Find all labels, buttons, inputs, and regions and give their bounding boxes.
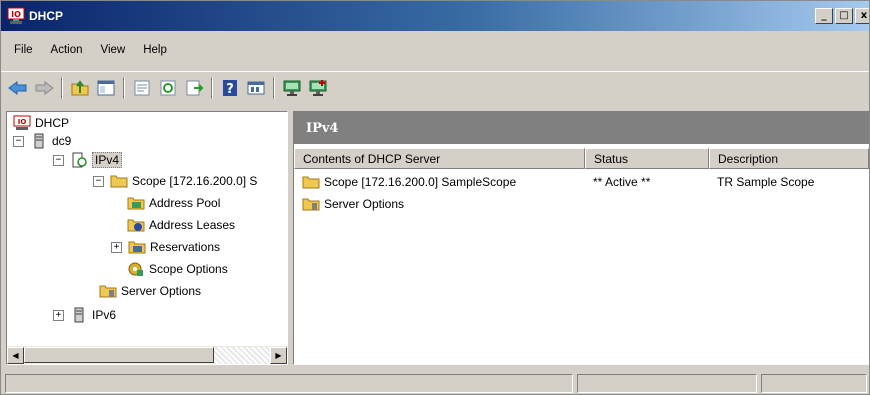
tree-label-address-leases: Address Leases: [149, 218, 236, 232]
show-hide-tree-icon[interactable]: [95, 77, 117, 99]
server-add-icon[interactable]: [307, 77, 329, 99]
collapse-icon[interactable]: −: [53, 154, 64, 166]
scope-options-icon: [127, 261, 145, 277]
minimize-button[interactable]: _: [815, 8, 833, 24]
cell-description: TR Sample Scope: [717, 175, 815, 189]
details-header: IPv4: [294, 112, 869, 144]
cell-name: Scope [172.16.200.0] SampleScope: [294, 174, 585, 190]
export-list-icon[interactable]: [183, 77, 205, 99]
status-bar: [1, 371, 869, 394]
tree-node-ipv4[interactable]: − IPv4: [53, 151, 123, 169]
address-leases-icon: [127, 217, 145, 233]
up-folder-icon[interactable]: [69, 77, 91, 99]
reservations-icon: [128, 239, 146, 255]
dhcp-window: IO DHCP _ □ x File Action View Help ? IO…: [0, 0, 870, 395]
svg-text:IO: IO: [11, 10, 21, 19]
status-panel-secondary: [577, 374, 757, 393]
column-header-status[interactable]: Status: [585, 148, 709, 169]
server-options-name: Server Options: [324, 197, 405, 211]
server-options-icon: [302, 196, 320, 212]
column-header-contents[interactable]: Contents of DHCP Server: [294, 148, 585, 169]
menu-file[interactable]: File: [5, 44, 42, 56]
maximize-button[interactable]: □: [835, 8, 853, 24]
toolbar-separator: [273, 76, 275, 99]
folder-icon: [110, 173, 128, 189]
svg-text:?: ?: [226, 82, 234, 97]
console-tree-pane[interactable]: IO DHCP − dc9 − IPv4 − Scope [172.16.200…: [6, 111, 288, 365]
refresh-icon[interactable]: [157, 77, 179, 99]
tree-node-dhcp[interactable]: IO DHCP: [13, 114, 69, 132]
svg-text:IO: IO: [18, 118, 27, 126]
tree-node-server-options[interactable]: Server Options: [99, 282, 201, 300]
address-pool-icon: [127, 195, 145, 211]
arrow-right-icon: ▶: [275, 350, 282, 360]
expand-icon[interactable]: +: [53, 309, 64, 321]
tree-label-server: dc9: [52, 134, 72, 148]
toolbar-separator: [61, 76, 63, 99]
folder-icon: [302, 174, 320, 190]
forward-arrow-icon[interactable]: [33, 77, 55, 99]
server-options-icon: [99, 283, 117, 299]
dhcp-app-icon: IO: [7, 7, 25, 25]
list-item-server-options[interactable]: Server Options: [294, 194, 585, 214]
server-icon[interactable]: [281, 77, 303, 99]
collapse-icon[interactable]: −: [13, 135, 24, 147]
window-title: DHCP: [29, 9, 64, 23]
scope-name: Scope [172.16.200.0] SampleScope: [324, 175, 517, 189]
toolbar: ?: [1, 71, 869, 103]
expand-icon[interactable]: +: [111, 241, 122, 253]
tree-label-ipv6: IPv6: [92, 308, 117, 322]
console-icon[interactable]: [245, 77, 267, 99]
tree-label-address-pool: Address Pool: [149, 196, 221, 210]
scroll-thumb[interactable]: [24, 347, 214, 363]
collapse-icon[interactable]: −: [93, 175, 104, 187]
tree-label-ipv4: IPv4: [92, 152, 123, 168]
scroll-track[interactable]: [214, 346, 270, 364]
tree-label-scope: Scope [172.16.200.0] S: [132, 174, 258, 188]
properties-icon[interactable]: [131, 77, 153, 99]
ipv6-icon: [70, 307, 88, 323]
tree-node-ipv6[interactable]: + IPv6: [53, 306, 116, 324]
tree-node-server[interactable]: − dc9: [13, 132, 71, 150]
tree-label-reservations: Reservations: [150, 240, 221, 254]
menu-action[interactable]: Action: [42, 44, 92, 56]
title-bar[interactable]: IO DHCP _ □ x: [1, 1, 869, 31]
list-header: Contents of DHCP Server Status Descripti…: [294, 148, 869, 169]
status-panel-main: [5, 374, 573, 393]
list-item-scope[interactable]: Scope [172.16.200.0] SampleScope ** Acti…: [294, 172, 869, 192]
tree-label-dhcp: DHCP: [35, 116, 70, 130]
cell-status: ** Active **: [593, 175, 651, 189]
toolbar-separator: [211, 76, 213, 99]
ipv4-icon: [70, 152, 88, 168]
scroll-left-button[interactable]: ◀: [7, 346, 24, 364]
scroll-right-button[interactable]: ▶: [270, 346, 287, 364]
tree-node-address-leases[interactable]: Address Leases: [127, 216, 235, 234]
tree-label-server-options: Server Options: [121, 284, 202, 298]
column-header-description[interactable]: Description: [709, 148, 869, 169]
minimize-icon: _: [821, 10, 827, 21]
status-panel-tertiary: [761, 374, 867, 393]
help-icon[interactable]: ?: [219, 77, 241, 99]
server-tower-icon: [30, 133, 48, 149]
arrow-left-icon: ◀: [12, 350, 19, 360]
dhcp-icon: IO: [13, 115, 31, 131]
tree-label-scope-options: Scope Options: [149, 262, 228, 276]
toolbar-separator: [123, 76, 125, 99]
menu-help[interactable]: Help: [134, 44, 176, 56]
tree-node-scope-options[interactable]: Scope Options: [127, 260, 228, 278]
back-arrow-icon[interactable]: [7, 77, 29, 99]
tree-node-scope[interactable]: − Scope [172.16.200.0] S: [93, 172, 257, 190]
details-pane: IPv4 Contents of DHCP Server Status Desc…: [293, 111, 869, 365]
maximize-icon: □: [839, 10, 849, 21]
horizontal-scrollbar[interactable]: ◀ ▶: [7, 346, 287, 364]
close-icon: x: [860, 10, 868, 21]
cell-name: Server Options: [294, 196, 585, 212]
tree-node-address-pool[interactable]: Address Pool: [127, 194, 220, 212]
tree-node-reservations[interactable]: + Reservations: [111, 238, 220, 256]
menu-bar: File Action View Help: [1, 39, 176, 61]
menu-view[interactable]: View: [92, 44, 135, 56]
close-button[interactable]: x: [855, 8, 869, 24]
